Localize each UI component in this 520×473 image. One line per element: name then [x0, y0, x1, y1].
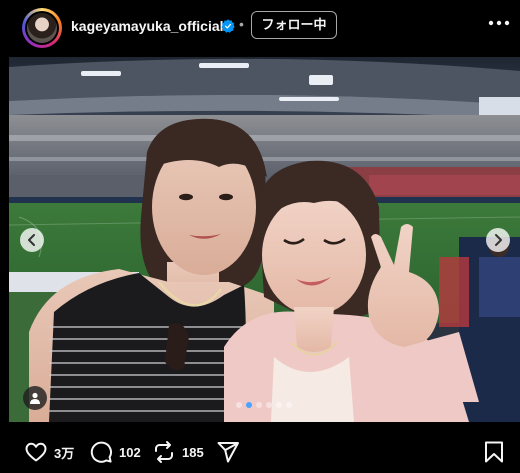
heart-icon — [25, 442, 47, 462]
carousel-dot — [256, 402, 262, 408]
avatar[interactable] — [25, 11, 59, 45]
post-actions-bar: 3万 102 185 — [0, 430, 520, 470]
chevron-left-icon — [28, 234, 35, 246]
carousel-dot — [276, 402, 282, 408]
like-button[interactable]: 3万 — [24, 440, 74, 464]
instagram-post: kageyamayuka_official • フォロー中 3万 102 185 — [0, 0, 520, 473]
comment-count[interactable]: 102 — [119, 445, 141, 460]
more-horizontal-icon[interactable] — [488, 20, 510, 26]
stadium-selfie-image — [9, 57, 520, 422]
bookmark-icon — [485, 441, 503, 463]
carousel-dot — [266, 402, 272, 408]
username-link[interactable]: kageyamayuka_official — [71, 18, 224, 34]
comment-button[interactable]: 102 — [89, 440, 141, 464]
chevron-right-icon — [495, 234, 502, 246]
share-button[interactable] — [216, 440, 240, 464]
avatar-image — [27, 13, 57, 43]
verified-badge-icon — [221, 19, 235, 33]
carousel-indicator — [236, 402, 292, 408]
following-button[interactable]: フォロー中 — [251, 11, 337, 39]
avatar-story-ring[interactable] — [22, 8, 62, 48]
tagged-users-button[interactable] — [23, 386, 47, 410]
header-separator: • — [239, 16, 244, 32]
repost-count[interactable]: 185 — [182, 445, 204, 460]
carousel-dot — [286, 402, 292, 408]
post-header: kageyamayuka_official • フォロー中 — [0, 0, 520, 56]
carousel-next-button[interactable] — [486, 228, 510, 252]
comment-icon — [90, 441, 112, 463]
save-button[interactable] — [483, 440, 505, 464]
send-icon — [217, 442, 239, 463]
user-icon — [30, 392, 40, 404]
carousel-dot — [236, 402, 242, 408]
repost-button[interactable]: 185 — [152, 440, 204, 464]
post-photo[interactable] — [9, 57, 520, 422]
carousel-prev-button[interactable] — [20, 228, 44, 252]
like-count[interactable]: 3万 — [54, 443, 74, 462]
carousel-dot-active — [246, 402, 252, 408]
repost-icon — [155, 441, 173, 463]
